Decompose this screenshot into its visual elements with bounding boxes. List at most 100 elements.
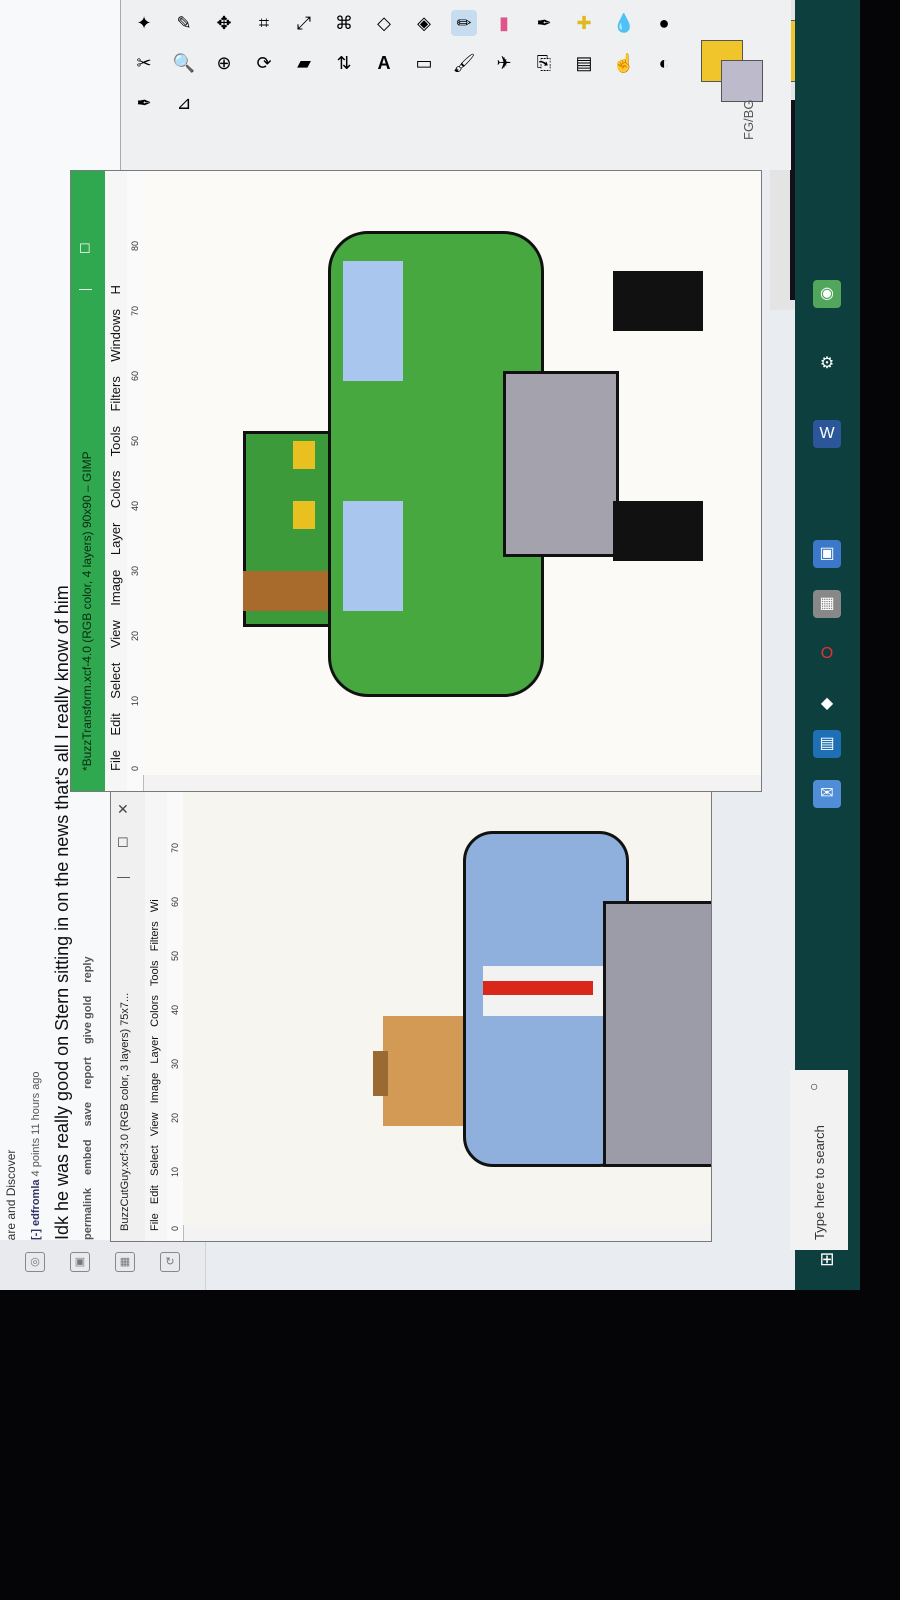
maximize-icon[interactable]: ☐ (79, 241, 91, 257)
monster-foot-1 (613, 271, 703, 331)
taskbar-search-box[interactable]: Type here to search ○ (790, 1070, 848, 1250)
menu-edit[interactable]: Edit (108, 713, 123, 735)
zoom-icon[interactable]: 🔍 (171, 50, 197, 76)
scale-icon[interactable]: ⤢ (291, 10, 317, 36)
perspective-clone-icon[interactable]: ▤ (571, 50, 597, 76)
monitor-screen: Share and Discover [-] edfromla 4 points… (0, 0, 860, 1290)
airbrush-icon[interactable]: ✈ (491, 50, 517, 76)
minimize-icon[interactable]: — (117, 869, 130, 884)
opera-icon[interactable]: O (813, 640, 841, 668)
bucket-fill-icon[interactable]: ◈ (411, 10, 437, 36)
dodge-icon[interactable]: ● (651, 10, 677, 36)
monster-eye-2 (293, 441, 315, 469)
flip-icon[interactable]: ⇅ (331, 50, 357, 76)
align-icon[interactable]: ⊕ (211, 50, 237, 76)
path-icon[interactable]: ✒ (131, 90, 157, 116)
text-tool-icon[interactable]: A (371, 50, 397, 76)
comment-user[interactable]: [-] edfromla (30, 1180, 42, 1241)
menu-select[interactable]: Select (149, 1145, 161, 1176)
browser-sidebar: ◎ ▣ ▦ ↻ (0, 1240, 205, 1290)
menu-image[interactable]: Image (108, 570, 123, 606)
menu-tools[interactable]: Tools (149, 960, 161, 986)
monster-hair (243, 571, 333, 611)
link-report[interactable]: report (82, 1057, 94, 1089)
gimp-icon[interactable]: ◉ (813, 280, 841, 308)
menu-colors[interactable]: Colors (149, 995, 161, 1027)
link-permalink[interactable]: permalink (82, 1188, 94, 1240)
menu-layer[interactable]: Layer (108, 523, 123, 556)
unity-icon[interactable]: ◆ (813, 690, 841, 718)
menubar-left: File Edit Select View Image Layer Colors… (145, 791, 167, 1241)
search-placeholder: Type here to search (812, 1125, 827, 1240)
canvas-buzzcutguy[interactable] (183, 791, 711, 1225)
color-picker-icon[interactable]: ✎ (171, 10, 197, 36)
menu-view[interactable]: View (108, 620, 123, 648)
close-icon[interactable]: ✕ (117, 801, 129, 818)
link-reply[interactable]: reply (82, 956, 94, 982)
paintbrush-icon[interactable]: 🖌 (451, 50, 477, 76)
menu-help[interactable]: H (108, 285, 123, 294)
menu-tools[interactable]: Tools (108, 426, 123, 456)
ruler-horizontal-right: 0 10 20 30 40 50 60 70 80 (127, 171, 144, 791)
mail-icon[interactable]: ✉ (813, 780, 841, 808)
blur-icon[interactable]: 💧 (611, 10, 637, 36)
store-icon[interactable]: ▤ (813, 730, 841, 758)
gimp-window-buzzcutguy: BuzzCutGuy.xcf-3.0 (RGB color, 3 layers)… (110, 790, 712, 1242)
scissors-icon[interactable]: ✂ (131, 50, 157, 76)
gimp-titlebar-left[interactable]: BuzzCutGuy.xcf-3.0 (RGB color, 3 layers)… (111, 791, 145, 1241)
menu-file[interactable]: File (108, 750, 123, 771)
word-icon[interactable]: W (813, 420, 841, 448)
maximize-icon[interactable]: ☐ (117, 835, 129, 851)
rotate-icon[interactable]: ⟳ (251, 50, 277, 76)
fg-bg-label: FG/BG (741, 99, 756, 140)
link-embed[interactable]: embed (82, 1140, 94, 1175)
crop-icon[interactable]: ⌗ (251, 10, 277, 36)
tabs-icon[interactable]: ▣ (70, 1252, 90, 1272)
heal-icon[interactable]: ✚ (571, 10, 597, 36)
fuzzy-select-icon[interactable]: ✦ (131, 10, 157, 36)
share-icon[interactable]: ↻ (160, 1252, 180, 1272)
monster-foot-2 (613, 501, 703, 561)
burn-icon[interactable]: ◐ (651, 50, 677, 76)
toolbox-bg-swatch[interactable] (721, 60, 763, 102)
canvas-buzztransform[interactable] (143, 171, 761, 775)
hub-icon[interactable]: ◎ (25, 1252, 45, 1272)
monster-eye-1 (293, 501, 315, 529)
ink-icon[interactable]: ✒ (531, 10, 557, 36)
link-give-gold[interactable]: give gold (82, 996, 94, 1044)
link-save[interactable]: save (82, 1102, 94, 1126)
smudge-icon[interactable]: ☝ (611, 50, 637, 76)
character-tie (483, 981, 593, 995)
gradient-icon[interactable]: ▭ (411, 50, 437, 76)
move-icon[interactable]: ✥ (211, 10, 237, 36)
gimp-titlebar-right[interactable]: *BuzzTransform.xcf-4.0 (RGB color, 4 lay… (71, 171, 105, 791)
menu-filters[interactable]: Filters (149, 921, 161, 951)
settings-gear-icon[interactable]: ⚙ (813, 350, 841, 378)
calculator-icon[interactable]: ▦ (813, 590, 841, 618)
perspective-icon[interactable]: ⌘ (331, 10, 357, 36)
menu-file[interactable]: File (149, 1213, 161, 1231)
menu-windows[interactable]: Windows (108, 309, 123, 362)
menu-select[interactable]: Select (108, 663, 123, 699)
menu-windows[interactable]: Wi (149, 899, 161, 912)
explorer-icon[interactable]: ▣ (813, 540, 841, 568)
comment-links: permalink embed save report give gold re… (82, 946, 94, 1240)
shear-icon[interactable]: ▰ (291, 50, 317, 76)
menu-layer[interactable]: Layer (149, 1036, 161, 1064)
menu-colors[interactable]: Colors (108, 471, 123, 509)
cage-icon[interactable]: ◇ (371, 10, 397, 36)
menu-filters[interactable]: Filters (108, 376, 123, 411)
minimize-icon[interactable]: — (79, 281, 92, 296)
menu-image[interactable]: Image (149, 1073, 161, 1104)
pencil-icon[interactable]: ✏ (451, 10, 477, 36)
comment-meta: [-] edfromla 4 points 11 hours ago (30, 1071, 42, 1240)
clone-icon[interactable]: ⎘ (531, 50, 557, 76)
apps-icon[interactable]: ▦ (115, 1252, 135, 1272)
measure-icon[interactable]: ⊿ (171, 90, 197, 116)
menu-edit[interactable]: Edit (149, 1185, 161, 1204)
menu-view[interactable]: View (149, 1113, 161, 1137)
window-title-left: BuzzCutGuy.xcf-3.0 (RGB color, 3 layers)… (119, 992, 131, 1231)
eraser-icon[interactable]: ▮ (491, 10, 517, 36)
ruler-horizontal-left: 0 10 20 30 40 50 60 70 (167, 791, 184, 1241)
menubar-right: File Edit Select View Image Layer Colors… (105, 171, 127, 791)
